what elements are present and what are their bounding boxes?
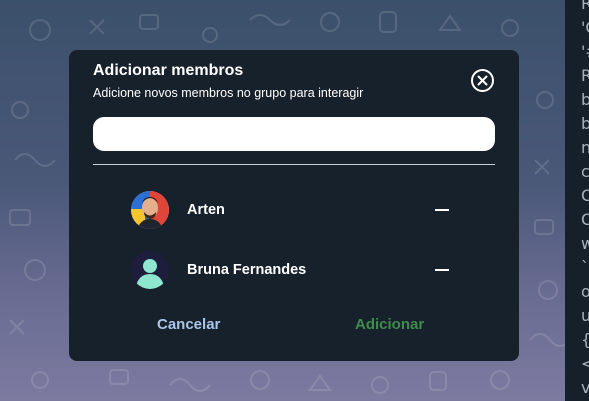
dialog-subtitle: Adicione novos membros no grupo para int… [93,86,364,100]
member-item-bruna-fernandes[interactable]: Bruna Fernandes [131,250,457,290]
side-panel-line: C [581,186,589,205]
avatar-placeholder [131,251,169,289]
side-panel-line: '# [581,42,589,61]
side-panel-line: R [581,66,589,85]
divider [93,164,495,165]
side-panel-line: n [581,138,589,157]
side-panel: R'C'#RbbncCCw`ou{l<v [565,0,589,401]
member-item-arten[interactable]: Arten [131,190,457,230]
side-panel-line: ` [581,258,589,277]
side-panel-line: o [581,282,589,301]
member-search-input[interactable] [93,117,495,151]
minus-icon[interactable] [435,269,449,271]
side-panel-line: u [581,306,589,325]
side-panel-line: < [581,354,589,373]
side-panel-line: R [581,0,589,13]
minus-icon[interactable] [435,209,449,211]
side-panel-line: w [581,234,589,253]
side-panel-line: 'C [581,18,589,37]
cancel-button[interactable]: Cancelar [157,316,220,333]
close-icon [477,75,488,86]
side-panel-line: v [581,378,589,397]
side-panel-line: c [581,162,589,181]
side-panel-line: {l [581,328,589,352]
add-button[interactable]: Adicionar [355,316,424,333]
side-panel-line: C [581,210,589,229]
member-name: Arten [187,202,225,218]
close-button[interactable] [471,69,494,92]
avatar [131,191,169,229]
add-members-dialog: Adicionar membros Adicione novos membros… [69,50,519,361]
member-name: Bruna Fernandes [187,262,307,278]
side-panel-line: b [581,90,589,109]
side-panel-line: b [581,114,589,133]
dialog-title: Adicionar membros [93,62,244,79]
